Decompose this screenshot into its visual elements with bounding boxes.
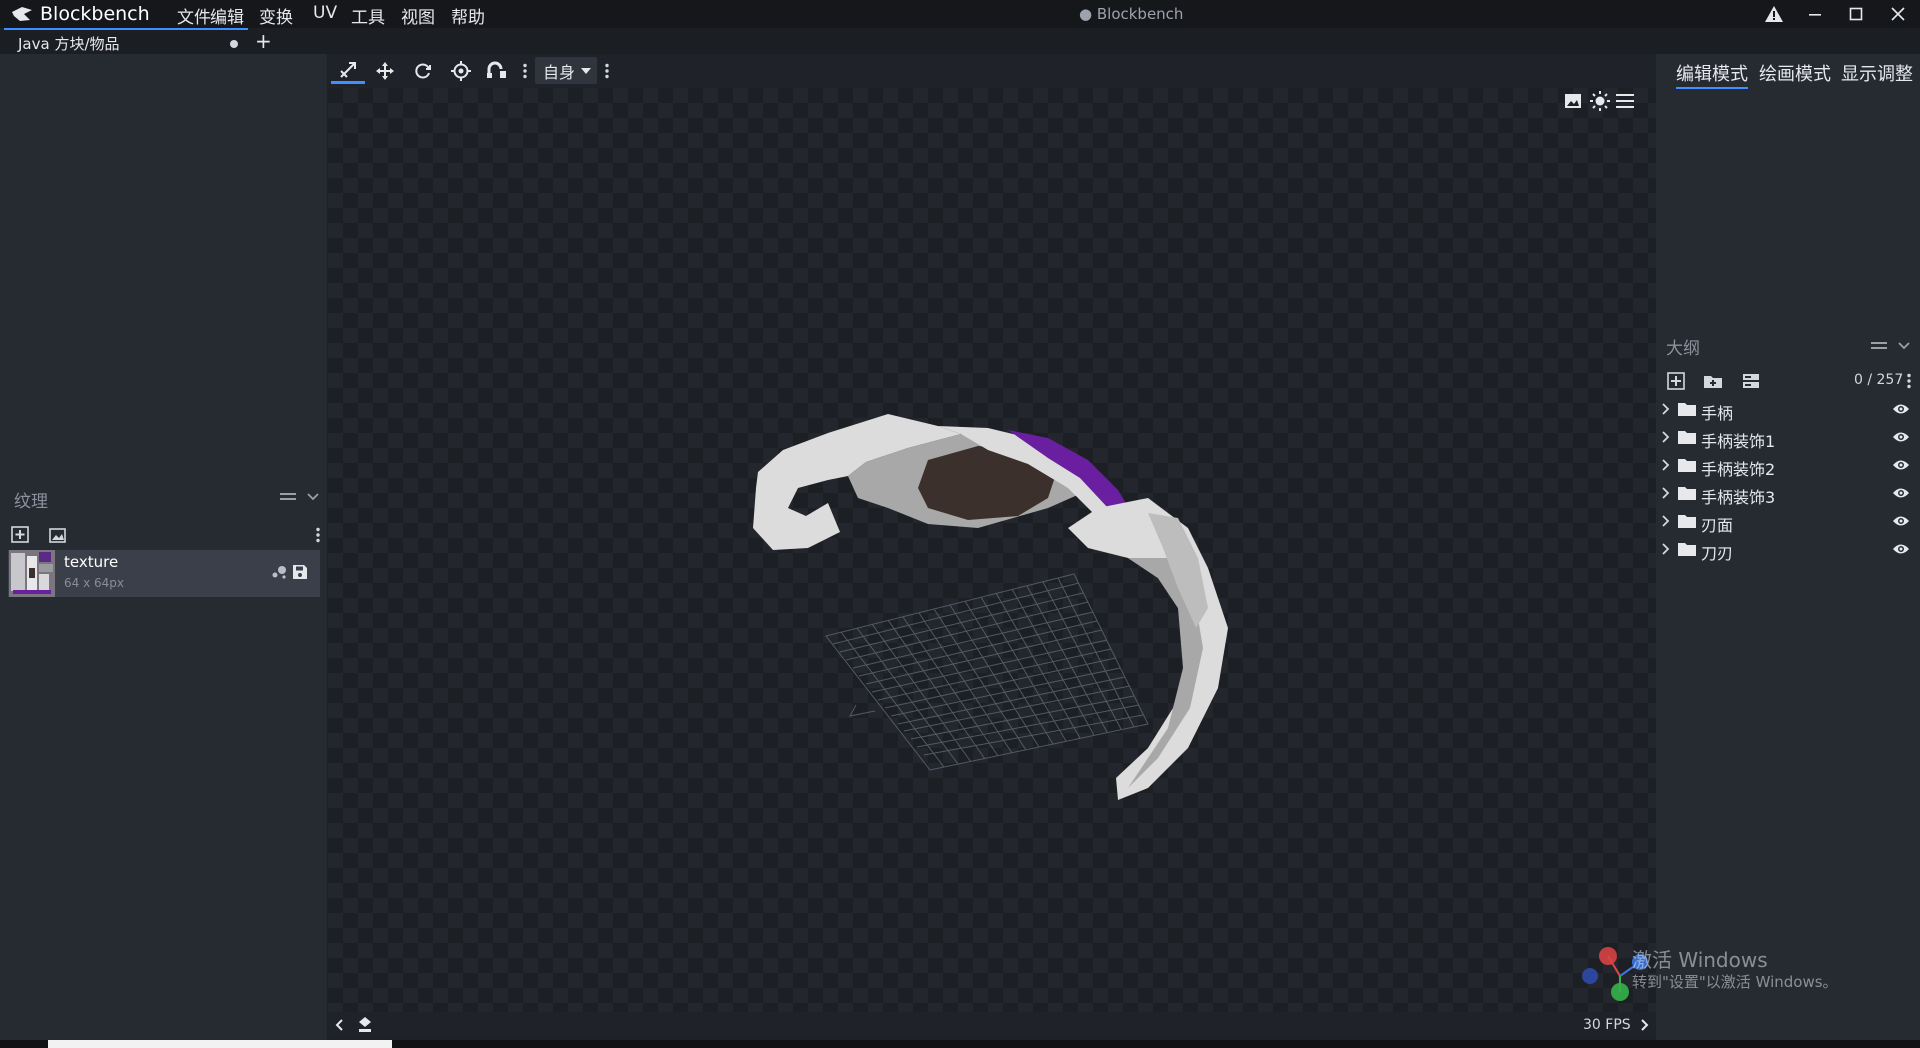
viewport-menu-icon[interactable] <box>1616 93 1634 109</box>
status-selection-icon[interactable] <box>356 1016 374 1034</box>
maximize-button[interactable] <box>1836 2 1876 26</box>
texture-name: texture <box>64 553 119 571</box>
import-texture-icon[interactable] <box>11 525 31 543</box>
tab-project-label: Java 方块/物品 <box>18 35 120 53</box>
menu-edit[interactable]: 编辑 <box>210 3 244 30</box>
outliner-group-label: 手柄装饰3 <box>1701 488 1776 507</box>
folder-icon <box>1678 459 1696 472</box>
move-tool-button[interactable] <box>331 58 365 84</box>
texture-thumbnail <box>9 550 55 597</box>
mode-tab-paint[interactable]: 绘画模式 <box>1759 60 1831 86</box>
chevron-right-icon[interactable] <box>1641 1019 1649 1031</box>
activation-watermark-text: 转到"设置"以激活 Windows。 <box>1632 973 1838 991</box>
pivot-tool-button[interactable] <box>446 58 476 84</box>
chevron-right-icon[interactable] <box>1662 459 1670 471</box>
left-sidebar <box>0 54 327 1040</box>
chevron-right-icon[interactable] <box>1662 403 1670 415</box>
folder-icon <box>1678 431 1696 444</box>
caret-down-icon <box>581 67 592 74</box>
blockbench-logo-icon <box>12 7 32 21</box>
outliner-group[interactable]: 刃面 <box>1656 509 1920 535</box>
3d-viewport[interactable] <box>328 88 1656 1012</box>
eye-icon[interactable] <box>1892 430 1910 444</box>
chevron-right-icon[interactable] <box>1662 515 1670 527</box>
screenshot-icon[interactable] <box>1564 93 1582 109</box>
texture-size: 64 x 64px <box>64 576 124 590</box>
transform-space-select[interactable]: 自身 <box>535 57 597 84</box>
menu-transform[interactable]: 变换 <box>259 3 293 28</box>
chevron-left-icon[interactable] <box>335 1019 343 1031</box>
create-texture-icon[interactable] <box>49 526 67 543</box>
folder-icon <box>1678 515 1696 528</box>
folder-icon <box>1678 487 1696 500</box>
unsaved-dot-icon[interactable] <box>230 40 238 48</box>
chevron-right-icon[interactable] <box>1662 543 1670 555</box>
taskbar-item[interactable] <box>48 1040 392 1048</box>
chevron-right-icon[interactable] <box>1662 487 1670 499</box>
eye-icon[interactable] <box>1892 458 1910 472</box>
menu-uv[interactable]: UV <box>313 3 337 23</box>
outliner-selection-count: 0 / 257 <box>1854 372 1904 388</box>
tab-bar <box>0 28 1920 54</box>
panel-menu-icon[interactable] <box>280 492 296 502</box>
outliner-group[interactable]: 手柄装饰1 <box>1656 425 1920 451</box>
toolbar-more-icon-2[interactable] <box>604 63 610 79</box>
folder-icon <box>1678 543 1696 556</box>
add-cube-icon[interactable] <box>1667 372 1685 390</box>
vertex-snap-tool-button[interactable] <box>482 58 512 84</box>
texture-particle-icon[interactable] <box>271 565 287 579</box>
mode-tab-display[interactable]: 显示调整 <box>1841 60 1913 86</box>
mode-tab-edit[interactable]: 编辑模式 <box>1676 60 1748 89</box>
minimize-button[interactable] <box>1795 2 1835 26</box>
close-button[interactable] <box>1878 2 1918 26</box>
tab-project[interactable]: Java 方块/物品 <box>4 28 248 54</box>
lighting-sun-icon[interactable] <box>1590 91 1610 111</box>
eye-icon[interactable] <box>1892 402 1910 416</box>
fps-counter: 30 FPS <box>1583 1017 1631 1033</box>
more-options-icon[interactable] <box>315 527 321 543</box>
outliner-group-label: 手柄装饰2 <box>1701 460 1776 479</box>
chevron-right-icon[interactable] <box>1662 431 1670 443</box>
folder-icon <box>1678 403 1696 416</box>
outliner-group-label: 手柄 <box>1701 404 1734 423</box>
activation-watermark-title: 激活 Windows <box>1632 948 1768 972</box>
outliner-group-label: 手柄装饰1 <box>1701 432 1776 451</box>
warning-icon[interactable] <box>1754 2 1794 26</box>
collapse-all-icon[interactable] <box>1742 373 1760 389</box>
eye-icon[interactable] <box>1892 514 1910 528</box>
floor-grid <box>825 573 1149 771</box>
outliner-chevron-down-icon[interactable] <box>1898 341 1910 351</box>
new-tab-button[interactable]: + <box>255 29 272 53</box>
toolbar-more-icon[interactable] <box>522 63 528 79</box>
add-group-icon[interactable] <box>1703 373 1723 389</box>
outliner-group[interactable]: 手柄装饰3 <box>1656 481 1920 507</box>
chevron-down-icon[interactable] <box>307 492 319 502</box>
model-render <box>753 414 1648 1001</box>
outliner-group[interactable]: 刀刃 <box>1656 537 1920 563</box>
outliner-group-label: 刀刃 <box>1701 544 1734 563</box>
outliner-panel-title: 大纲 <box>1666 339 1700 359</box>
transform-space-value: 自身 <box>543 62 576 82</box>
menu-view[interactable]: 视图 <box>401 3 435 28</box>
outliner-group[interactable]: 手柄装饰2 <box>1656 453 1920 479</box>
translate-tool-button[interactable] <box>370 58 400 84</box>
outliner-menu-icon[interactable] <box>1871 341 1887 351</box>
eye-icon[interactable] <box>1892 542 1910 556</box>
window-title: ● Blockbench <box>1079 5 1184 23</box>
save-texture-icon[interactable] <box>292 564 308 580</box>
eye-icon[interactable] <box>1892 486 1910 500</box>
textures-panel-title: 纹理 <box>14 492 48 512</box>
outliner-group-label: 刃面 <box>1701 516 1734 535</box>
menu-tools[interactable]: 工具 <box>351 3 385 28</box>
outliner-group[interactable]: 手柄 <box>1656 397 1920 423</box>
outliner-more-icon[interactable] <box>1906 373 1912 389</box>
viewport-status-bar <box>328 1012 1656 1038</box>
rotate-tool-button[interactable] <box>408 58 438 84</box>
sickle-model <box>753 414 1228 800</box>
app-name: Blockbench <box>40 3 150 25</box>
menu-help[interactable]: 帮助 <box>451 3 485 28</box>
menu-file[interactable]: 文件 <box>177 3 211 28</box>
